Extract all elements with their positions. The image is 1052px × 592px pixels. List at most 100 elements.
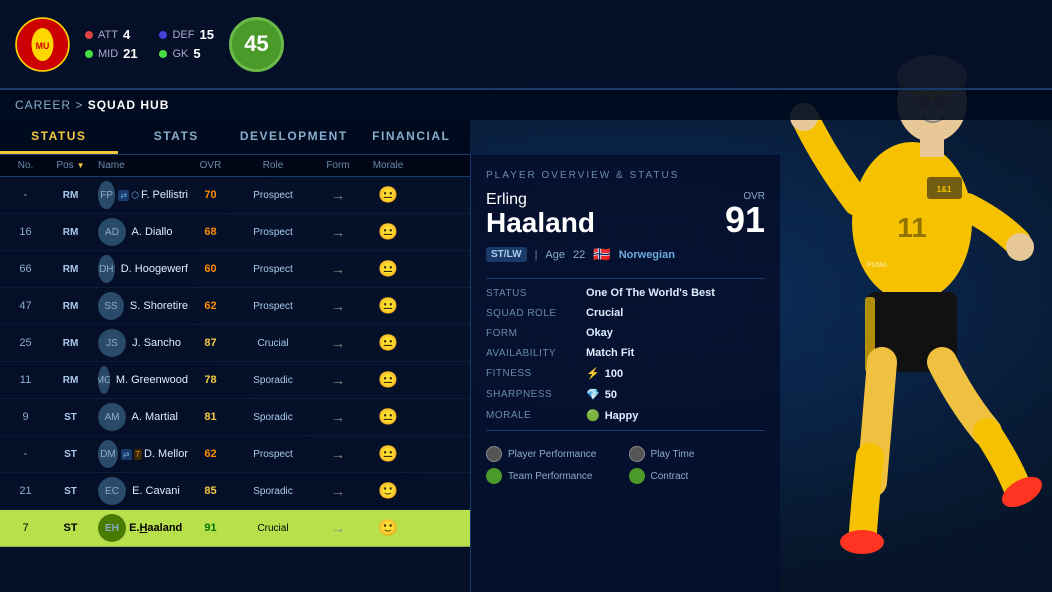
legend-area: Player Performance Play Time Team Perfor… (486, 446, 765, 484)
row-role: Prospect (233, 190, 313, 201)
mid-value: 21 (123, 46, 137, 61)
row-pos: RM (43, 375, 98, 386)
col-pos[interactable]: Pos ▼ (43, 160, 98, 171)
att-label: ATT (98, 29, 118, 41)
def-value: 15 (199, 27, 213, 42)
table-row[interactable]: - ST DM ⇄ 7 D. Mellor 62 Prospect → 😐 (0, 436, 470, 473)
svg-text:1&1: 1&1 (937, 185, 952, 194)
row-role: Crucial (233, 523, 313, 534)
table-row[interactable]: 25 RM JS J. Sancho 87 Crucial → 😐 (0, 325, 470, 362)
table-header: No. Pos ▼ Name OVR Role Form Morale (0, 155, 470, 177)
overall-badge: 45 (229, 17, 284, 72)
tab-financial[interactable]: FINANCIAL (353, 120, 471, 154)
player-name-selected: E.Haaland (129, 522, 182, 534)
stat-key-morale: MORALE (486, 410, 586, 421)
table-row[interactable]: 16 RM AD A. Diallo 68 Prospect → 😐 (0, 214, 470, 251)
row-no: 21 (8, 485, 43, 497)
stat-status: STATUS One Of The World's Best (486, 287, 765, 299)
age-label-text: Age (545, 249, 565, 261)
gk-dot (159, 50, 167, 58)
row-pos: ST (43, 486, 98, 497)
row-ovr: 91 (188, 522, 233, 534)
col-ovr: OVR (188, 160, 233, 171)
svg-text:PUMA: PUMA (867, 262, 888, 269)
legend-play-time: Play Time (629, 446, 766, 462)
table-row-selected[interactable]: 7 ST EH E.Haaland 91 Crucial → 🙂 (0, 510, 470, 547)
row-form: → (313, 520, 363, 536)
age-label: | (535, 249, 538, 261)
table-row[interactable]: 9 ST AM A. Martial 81 Sporadic → 😐 (0, 399, 470, 436)
table-row[interactable]: 11 RM MG M. Greenwood 78 Sporadic → 😐 (0, 362, 470, 399)
player-meta: ST/LW | Age 22 🇳🇴 Norwegian (486, 246, 765, 263)
row-form: → (313, 409, 363, 425)
row-morale: 😐 (363, 370, 413, 390)
table-row[interactable]: 21 ST EC E. Cavani 85 Sporadic → 🙂 (0, 473, 470, 510)
top-bar: MU ATT 4 DEF 15 MID 21 GK 5 45 (0, 0, 1052, 90)
stat-availability: AVAILABILITY Match Fit (486, 347, 765, 359)
player-avatar: EH (98, 514, 126, 542)
svg-text:MU: MU (36, 40, 50, 50)
player-avatar: DM (98, 440, 118, 468)
divider-2 (486, 430, 765, 431)
panel-title: PLAYER OVERVIEW & STATUS (486, 170, 765, 181)
row-form: → (313, 372, 363, 388)
breadcrumb: CAREER > SQUAD HUB (0, 90, 1052, 120)
legend-contract: Contract (629, 468, 766, 484)
stat-key-availability: AVAILABILITY (486, 348, 586, 359)
def-stat: DEF 15 (159, 27, 213, 42)
row-morale: 🙂 (363, 481, 413, 501)
row-ovr: 60 (188, 263, 233, 275)
stat-key-form: FORM (486, 328, 586, 339)
stat-val-sharpness: 💎 50 (586, 388, 765, 401)
row-name: JS J. Sancho (98, 329, 188, 357)
row-morale: 😐 (363, 259, 413, 279)
row-morale: 🙂 (363, 518, 413, 538)
svg-text:11: 11 (897, 212, 927, 243)
legend-green-icon (486, 468, 502, 484)
col-morale: Morale (363, 160, 413, 171)
row-no: - (8, 448, 43, 460)
mid-label: MID (98, 48, 118, 60)
row-no: - (8, 189, 43, 201)
player-avatar: EC (98, 477, 126, 505)
row-name: DH D. Hoogewerf (98, 255, 188, 283)
tab-status[interactable]: STATUS (0, 120, 118, 154)
stat-key-squad-role: SQUAD ROLE (486, 308, 586, 319)
table-row[interactable]: 66 RM DH D. Hoogewerf 60 Prospect → 😐 (0, 251, 470, 288)
player-name-area: Erling Haaland OVR 91 (486, 191, 765, 238)
player-name: Erling Haaland (486, 191, 595, 237)
transfer-icon: ⇄ (118, 190, 129, 201)
row-form: → (313, 187, 363, 203)
row-ovr: 62 (188, 300, 233, 312)
player-avatar: FP (98, 181, 115, 209)
table-row[interactable]: 47 RM SS S. Shoretire 62 Prospect → 😐 (0, 288, 470, 325)
row-pos: RM (43, 301, 98, 312)
row-name: SS S. Shoretire (98, 292, 188, 320)
player-avatar: AD (98, 218, 126, 246)
att-value: 4 (123, 27, 130, 42)
legend-label-player-perf: Player Performance (508, 449, 596, 460)
row-morale: 😐 (363, 185, 413, 205)
stat-sharpness: SHARPNESS 💎 50 (486, 388, 765, 401)
stat-morale: MORALE 🟢 Happy (486, 409, 765, 422)
stat-val-form: Okay (586, 327, 765, 339)
stat-key-sharpness: SHARPNESS (486, 389, 586, 400)
stat-val-availability: Match Fit (586, 347, 765, 359)
morale-green-icon: 🟢 (586, 409, 600, 422)
divider (486, 278, 765, 279)
table-row[interactable]: - RM FP ⇄ ⬡ F. Pellistri 70 Prospect → 😐 (0, 177, 470, 214)
breadcrumb-current: SQUAD HUB (88, 98, 170, 112)
tab-development[interactable]: DEVELOPMENT (235, 120, 353, 154)
row-ovr: 70 (188, 189, 233, 201)
mid-stat: MID 21 (85, 46, 139, 61)
overall-value: 45 (244, 31, 268, 57)
nationality-text: Norwegian (619, 249, 675, 261)
gk-label: GK (172, 48, 188, 60)
row-ovr: 81 (188, 411, 233, 423)
legend-grey-icon (486, 446, 502, 462)
tab-stats[interactable]: STATS (118, 120, 236, 154)
row-no: 66 (8, 263, 43, 275)
col-name: Name (98, 160, 188, 171)
row-role: Prospect (233, 264, 313, 275)
row-pos: RM (43, 227, 98, 238)
